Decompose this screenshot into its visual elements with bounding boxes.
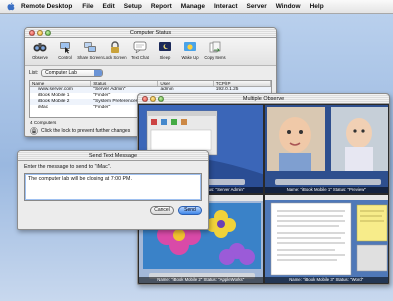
share-screen-icon — [83, 40, 97, 54]
cell-name: iMac — [38, 105, 49, 110]
send-text-message-window: Send Text Message Enter the message to s… — [17, 150, 209, 230]
status-toolbar: Observe Control Share Screen Lock Screen… — [25, 38, 276, 66]
list-label: List: — [29, 70, 39, 76]
observe-pane-ibook-mobile-1[interactable]: Name: "iBook Mobile 1" Status: "Preview" — [264, 105, 388, 193]
menu-help[interactable]: Help — [310, 3, 324, 10]
message-body: Enter the message to send to "iMac". The… — [18, 161, 208, 218]
send-button[interactable]: Send — [178, 206, 202, 215]
wake-up-label: Wake Up — [181, 55, 199, 60]
control-button[interactable]: Control — [54, 40, 76, 60]
list-popup[interactable]: Computer Lab — [41, 69, 104, 77]
menu-file[interactable]: File — [82, 3, 93, 10]
zoom-icon[interactable] — [158, 96, 164, 102]
status-window-title: Computer Status — [129, 30, 172, 36]
minimize-icon[interactable] — [150, 96, 156, 102]
copy-items-label: Copy Items — [204, 55, 226, 60]
menu-bar: Remote Desktop File Edit Setup Report Ma… — [0, 0, 393, 14]
copy-items-button[interactable]: Copy Items — [204, 40, 226, 60]
control-icon — [58, 40, 72, 54]
pane-caption: Name: "iBook Mobile 2" Status: "AppleWor… — [139, 277, 263, 283]
menu-manage[interactable]: Manage — [181, 3, 205, 10]
sleep-button[interactable]: Sleep — [154, 40, 176, 60]
copy-items-icon — [208, 40, 222, 54]
column-header-user[interactable]: User — [158, 81, 214, 86]
apple-menu-icon[interactable] — [6, 2, 15, 12]
share-screen-label: Share Screen — [77, 55, 103, 60]
zoom-icon[interactable] — [45, 30, 51, 36]
column-header-status[interactable]: Status — [91, 81, 159, 86]
message-window-title: Send Text Message — [88, 153, 138, 159]
observe-titlebar[interactable]: Multiple Observe — [138, 94, 389, 104]
popup-arrows-icon — [94, 70, 103, 76]
text-chat-icon — [133, 40, 147, 54]
close-icon[interactable] — [29, 30, 35, 36]
wake-up-icon — [183, 40, 197, 54]
list-selector-row: List: Computer Lab — [25, 66, 276, 80]
padlock-icon[interactable] — [30, 127, 38, 135]
observe-pane-ibook-mobile-3[interactable]: Name: "iBook Mobile 3" Status: "Word" — [264, 195, 388, 283]
observe-label: Observe — [32, 55, 48, 60]
wake-up-button[interactable]: Wake Up — [179, 40, 201, 60]
column-header-tcpip[interactable]: TCP/IP — [214, 81, 271, 86]
share-screen-button[interactable]: Share Screen — [77, 40, 103, 60]
minimize-icon[interactable] — [37, 30, 43, 36]
pane-caption: Name: "iBook Mobile 1" Status: "Preview" — [264, 187, 388, 193]
menu-interact[interactable]: Interact — [214, 3, 237, 10]
menu-app-name[interactable]: Remote Desktop — [21, 3, 72, 10]
menu-window[interactable]: Window — [276, 3, 301, 10]
lock-icon — [108, 40, 122, 54]
text-chat-button[interactable]: Text Chat — [129, 40, 151, 60]
menu-edit[interactable]: Edit — [103, 3, 115, 10]
message-titlebar[interactable]: Send Text Message — [18, 151, 208, 161]
lock-text: Click the lock to prevent further change… — [41, 128, 131, 134]
message-button-row: Cancel Send — [24, 206, 202, 215]
status-titlebar[interactable]: Computer Status — [25, 28, 276, 38]
sleep-icon — [158, 40, 172, 54]
menu-setup[interactable]: Setup — [124, 3, 142, 10]
screen-thumbnail-ibook-mobile-3 — [264, 195, 388, 283]
cancel-button[interactable]: Cancel — [150, 206, 174, 215]
sleep-label: Sleep — [159, 55, 171, 60]
screen-thumbnail-ibook-mobile-1 — [264, 105, 388, 193]
binoculars-icon — [33, 40, 47, 54]
control-label: Control — [58, 55, 72, 60]
menu-server[interactable]: Server — [246, 3, 266, 10]
message-text-field[interactable]: The computer lab will be closing at 7:00… — [24, 173, 202, 201]
lock-screen-label: Lock Screen — [103, 55, 127, 60]
lock-screen-button[interactable]: Lock Screen — [103, 40, 127, 60]
column-header-name[interactable]: Name — [30, 81, 92, 86]
menu-report[interactable]: Report — [151, 3, 172, 10]
message-prompt: Enter the message to send to "iMac". — [24, 164, 112, 170]
close-icon[interactable] — [142, 96, 148, 102]
observe-window-title: Multiple Observe — [242, 96, 285, 102]
pane-caption: Name: "iBook Mobile 3" Status: "Word" — [264, 277, 388, 283]
observe-button[interactable]: Observe — [29, 40, 51, 60]
list-popup-value: Computer Lab — [45, 70, 77, 76]
text-chat-label: Text Chat — [131, 55, 149, 60]
